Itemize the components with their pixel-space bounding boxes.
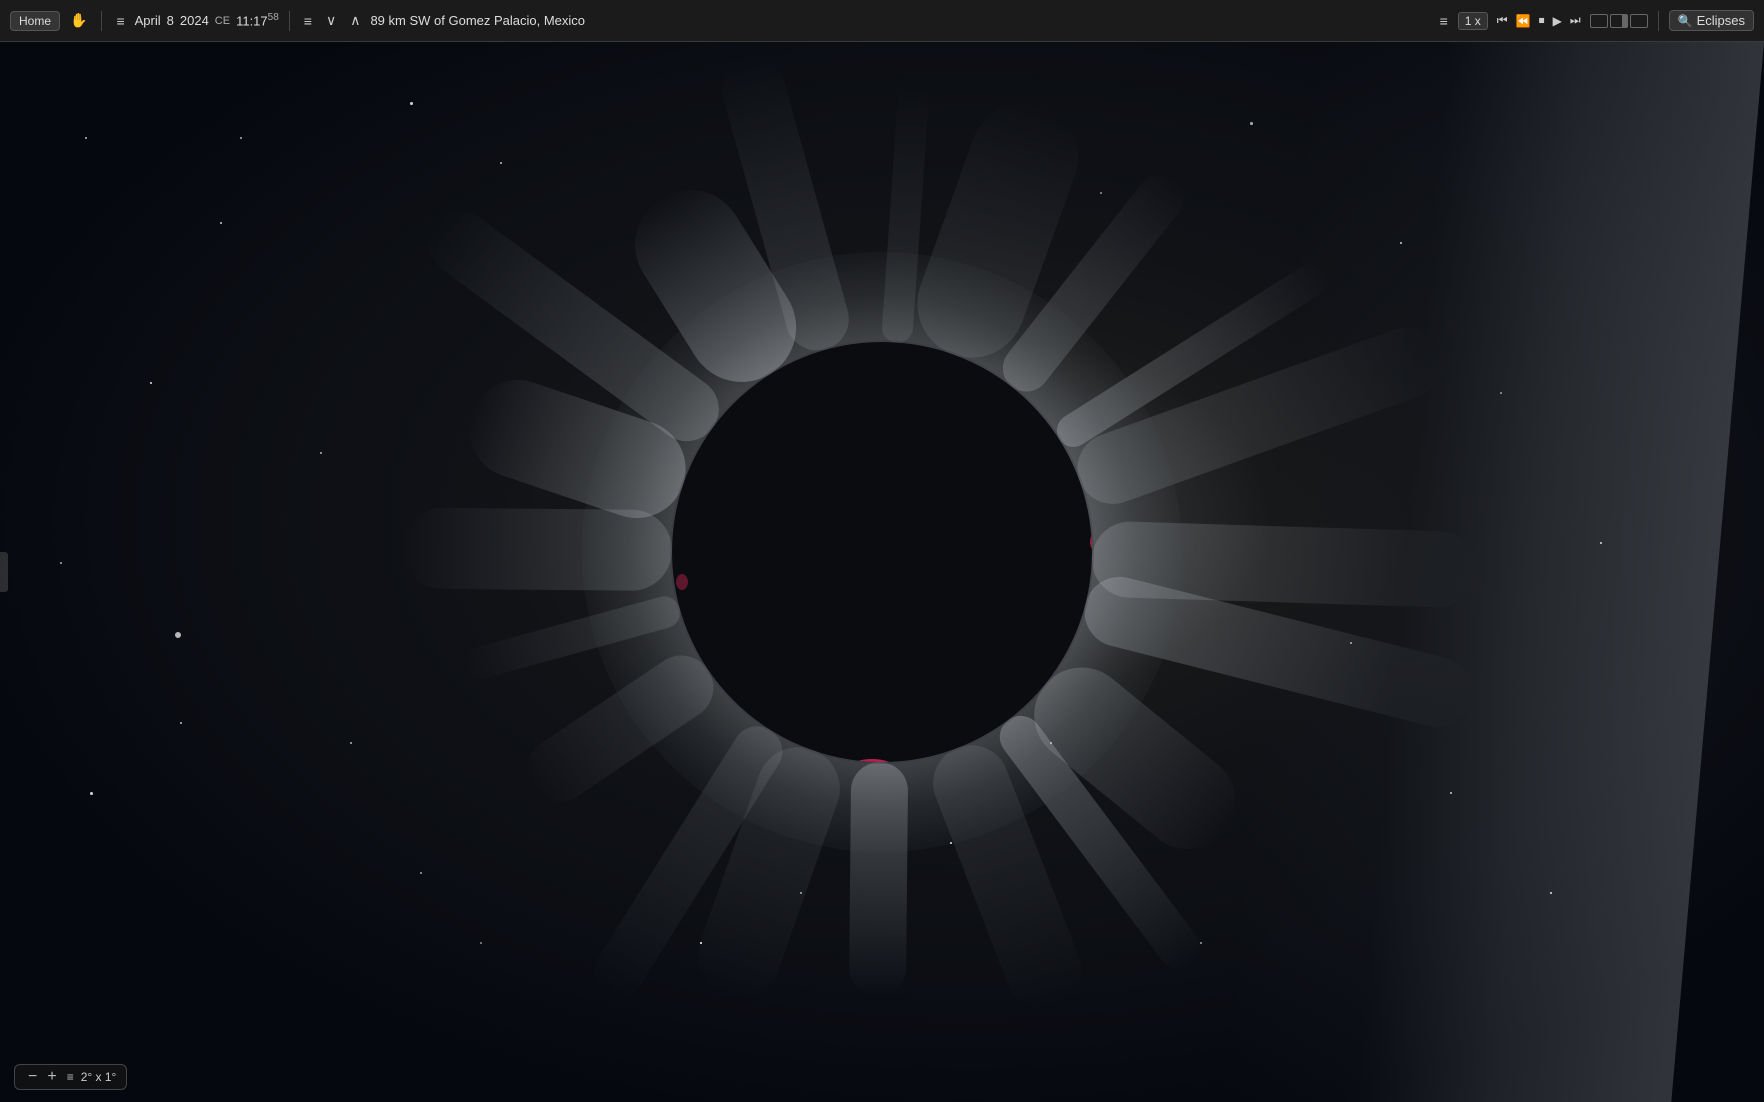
zoom-out-button[interactable]: − xyxy=(25,1069,40,1085)
star xyxy=(410,102,413,105)
time-seconds: 58 xyxy=(268,12,279,23)
star xyxy=(1600,542,1602,544)
step-back-button[interactable]: ⏪ xyxy=(1513,12,1534,30)
eclipses-button[interactable]: 🔍 Eclipses xyxy=(1669,10,1754,31)
star xyxy=(1200,942,1202,944)
play-forward-button[interactable]: ▶ xyxy=(1550,12,1565,30)
fov-label: 2° x 1° xyxy=(81,1070,117,1084)
chevron-up-icon[interactable]: ∧ xyxy=(346,10,364,31)
menu-icon-2[interactable]: ≡ xyxy=(1436,11,1452,31)
month-label[interactable]: April xyxy=(135,13,161,28)
eclipses-label: Eclipses xyxy=(1697,13,1745,28)
layout-split[interactable] xyxy=(1610,14,1628,28)
separator-1 xyxy=(101,11,102,31)
main-scene xyxy=(0,42,1764,1102)
skip-forward-button[interactable]: ⏭ xyxy=(1567,11,1584,30)
star xyxy=(1500,392,1502,394)
era-label: CE xyxy=(215,15,230,27)
layout-quad[interactable] xyxy=(1630,14,1648,28)
stop-button[interactable]: ⏹ xyxy=(1536,11,1548,30)
side-panel-handle[interactable] xyxy=(0,552,8,592)
star xyxy=(1450,792,1452,794)
star xyxy=(1100,192,1102,194)
bottom-menu-button[interactable]: ≡ xyxy=(64,1070,77,1084)
time-hhmm: 11:17 xyxy=(236,14,268,29)
menu-icon-1[interactable]: ≡ xyxy=(112,11,128,31)
toolbar: Home ✋ ≡ April 8 2024 CE 11:1758 ≡ ∨ ∧ 8… xyxy=(0,0,1764,42)
playback-controls: ⏮ ⏪ ⏹ ▶ ⏭ xyxy=(1494,11,1584,30)
star xyxy=(180,722,182,724)
star xyxy=(240,137,242,139)
bottom-controls: − + ≡ 2° x 1° xyxy=(14,1064,127,1090)
hand-cursor-icon[interactable]: ✋ xyxy=(66,10,91,31)
location-label[interactable]: 89 km SW of Gomez Palacio, Mexico xyxy=(370,13,1429,28)
skip-back-button[interactable]: ⏮ xyxy=(1494,11,1511,30)
background-star xyxy=(175,632,181,638)
chevron-down-icon[interactable]: ∨ xyxy=(322,10,340,31)
layout-single[interactable] xyxy=(1590,14,1608,28)
toolbar-right: ≡ 1 x ⏮ ⏪ ⏹ ▶ ⏭ 🔍 Eclipses xyxy=(1436,10,1754,31)
star xyxy=(1250,122,1253,125)
year-label[interactable]: 2024 xyxy=(180,13,209,28)
zoom-level[interactable]: 1 x xyxy=(1458,12,1488,30)
star xyxy=(700,942,702,944)
star xyxy=(90,792,93,795)
star xyxy=(150,382,152,384)
day-label[interactable]: 8 xyxy=(167,13,174,28)
star xyxy=(500,162,502,164)
bottom-bar: − + ≡ 2° x 1° xyxy=(0,1052,1764,1102)
solar-disk xyxy=(672,342,1092,762)
zoom-in-button[interactable]: + xyxy=(44,1069,59,1085)
layout-options xyxy=(1590,14,1648,28)
search-icon: 🔍 xyxy=(1678,14,1693,28)
hamburger-icon[interactable]: ≡ xyxy=(300,11,316,31)
star xyxy=(350,742,352,744)
separator-3 xyxy=(1658,11,1659,31)
time-display[interactable]: 11:1758 xyxy=(236,12,279,28)
star xyxy=(220,222,222,224)
home-button[interactable]: Home xyxy=(10,11,60,31)
separator-2 xyxy=(289,11,290,31)
